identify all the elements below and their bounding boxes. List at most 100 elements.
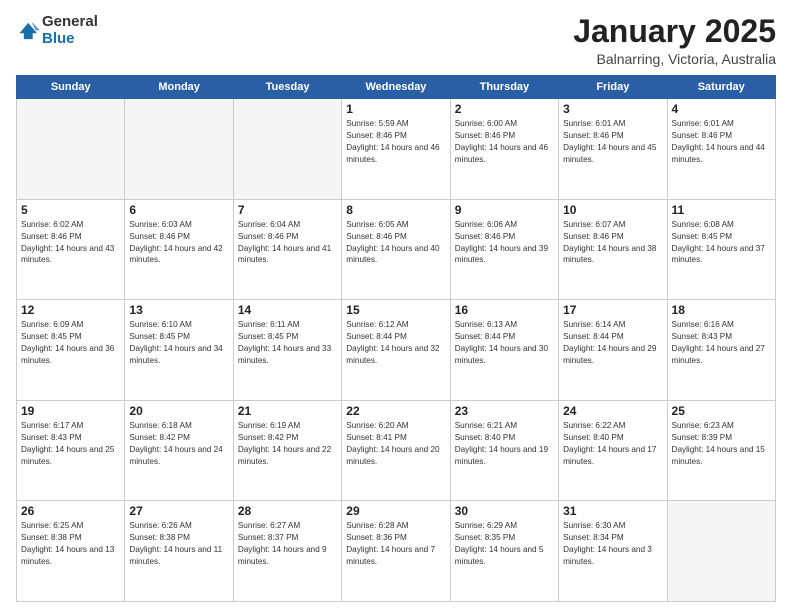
calendar-cell: 27Sunrise: 6:26 AM Sunset: 8:38 PM Dayli… <box>125 501 233 602</box>
day-number: 24 <box>563 404 662 418</box>
header: General Blue January 2025 Balnarring, Vi… <box>16 14 776 67</box>
calendar-cell: 28 Sunrise: 6:27 AM Sunset: 8:37 PM Dayli… <box>233 501 341 602</box>
day-info: Sunrise: 6:11 AM Sunset: 8:45 PM Dayligh… <box>238 319 337 367</box>
day-info: Sunrise: 6:03 AM Sunset: 8:46 PM Dayligh… <box>129 219 228 267</box>
calendar-cell: 23Sunrise: 6:21 AM Sunset: 8:40 PM Dayli… <box>450 400 558 501</box>
logo-text: General Blue <box>42 14 98 47</box>
day-info: Sunrise: 6:28 AM Sunset: 8:36 PM Dayligh… <box>346 520 445 568</box>
day-number: 16 <box>455 303 554 317</box>
day-number: 4 <box>672 102 771 116</box>
title-month: January 2025 <box>573 14 776 49</box>
calendar-cell: 11Sunrise: 6:08 AM Sunset: 8:45 PM Dayli… <box>667 199 775 300</box>
day-number: 26 <box>21 504 120 518</box>
calendar-cell: 20 Sunrise: 6:18 AM Sunset: 8:42 PM Dayli… <box>125 400 233 501</box>
day-info: Sunrise: 6:18 AM Sunset: 8:42 PM Dayligh… <box>129 420 228 468</box>
day-info: Sunrise: 6:23 AM Sunset: 8:39 PM Dayligh… <box>672 420 771 468</box>
day-number: 23 <box>455 404 554 418</box>
calendar-cell: 25 Sunrise: 6:23 AM Sunset: 8:39 PM Dayli… <box>667 400 775 501</box>
weekday-header-row: SundayMondayTuesdayWednesdayThursdayFrid… <box>17 76 776 99</box>
page: General Blue January 2025 Balnarring, Vi… <box>0 0 792 612</box>
day-number: 12 <box>21 303 120 317</box>
day-info: Sunrise: 6:01 AM Sunset: 8:46 PM Dayligh… <box>672 118 771 166</box>
calendar-cell: 21Sunrise: 6:19 AM Sunset: 8:42 PM Dayli… <box>233 400 341 501</box>
weekday-header: Friday <box>559 76 667 99</box>
calendar-cell: 15Sunrise: 6:12 AM Sunset: 8:44 PM Dayli… <box>342 300 450 401</box>
day-info: Sunrise: 6:27 AM Sunset: 8:37 PM Dayligh… <box>238 520 337 568</box>
day-info: Sunrise: 6:22 AM Sunset: 8:40 PM Dayligh… <box>563 420 662 468</box>
title-location: Balnarring, Victoria, Australia <box>573 51 776 67</box>
calendar-cell: 5 Sunrise: 6:02 AM Sunset: 8:46 PM Daylig… <box>17 199 125 300</box>
calendar-cell: 26Sunrise: 6:25 AM Sunset: 8:38 PM Dayli… <box>17 501 125 602</box>
calendar-week-row: 19 Sunrise: 6:17 AM Sunset: 8:43 PM Dayli… <box>17 400 776 501</box>
day-info: Sunrise: 6:07 AM Sunset: 8:46 PM Dayligh… <box>563 219 662 267</box>
day-info: Sunrise: 6:05 AM Sunset: 8:46 PM Dayligh… <box>346 219 445 267</box>
day-number: 10 <box>563 203 662 217</box>
calendar-cell: 2 Sunrise: 6:00 AM Sunset: 8:46 PM Daylig… <box>450 99 558 200</box>
logo-general-text: General <box>42 14 98 31</box>
calendar-cell: 16Sunrise: 6:13 AM Sunset: 8:44 PM Dayli… <box>450 300 558 401</box>
day-number: 21 <box>238 404 337 418</box>
day-number: 7 <box>238 203 337 217</box>
day-number: 19 <box>21 404 120 418</box>
day-info: Sunrise: 6:20 AM Sunset: 8:41 PM Dayligh… <box>346 420 445 468</box>
calendar-cell: 9Sunrise: 6:06 AM Sunset: 8:46 PM Daylig… <box>450 199 558 300</box>
weekday-header: Tuesday <box>233 76 341 99</box>
day-number: 17 <box>563 303 662 317</box>
calendar-cell: 12 Sunrise: 6:09 AM Sunset: 8:45 PM Dayli… <box>17 300 125 401</box>
calendar-cell: 8 Sunrise: 6:05 AM Sunset: 8:46 PM Daylig… <box>342 199 450 300</box>
day-info: Sunrise: 6:01 AM Sunset: 8:46 PM Dayligh… <box>563 118 662 166</box>
weekday-header: Thursday <box>450 76 558 99</box>
day-info: Sunrise: 6:30 AM Sunset: 8:34 PM Dayligh… <box>563 520 662 568</box>
day-number: 2 <box>455 102 554 116</box>
day-info: Sunrise: 6:29 AM Sunset: 8:35 PM Dayligh… <box>455 520 554 568</box>
day-info: Sunrise: 6:09 AM Sunset: 8:45 PM Dayligh… <box>21 319 120 367</box>
day-number: 28 <box>238 504 337 518</box>
weekday-header: Monday <box>125 76 233 99</box>
calendar-cell: 1Sunrise: 5:59 AM Sunset: 8:46 PM Daylig… <box>342 99 450 200</box>
title-block: January 2025 Balnarring, Victoria, Austr… <box>573 14 776 67</box>
day-info: Sunrise: 6:10 AM Sunset: 8:45 PM Dayligh… <box>129 319 228 367</box>
calendar-cell: 30Sunrise: 6:29 AM Sunset: 8:35 PM Dayli… <box>450 501 558 602</box>
day-number: 6 <box>129 203 228 217</box>
day-number: 18 <box>672 303 771 317</box>
day-info: Sunrise: 6:04 AM Sunset: 8:46 PM Dayligh… <box>238 219 337 267</box>
day-number: 5 <box>21 203 120 217</box>
calendar-cell <box>17 99 125 200</box>
day-number: 13 <box>129 303 228 317</box>
day-info: Sunrise: 6:02 AM Sunset: 8:46 PM Dayligh… <box>21 219 120 267</box>
calendar-cell: 10 Sunrise: 6:07 AM Sunset: 8:46 PM Dayli… <box>559 199 667 300</box>
day-info: Sunrise: 6:16 AM Sunset: 8:43 PM Dayligh… <box>672 319 771 367</box>
day-number: 20 <box>129 404 228 418</box>
calendar-cell: 13 Sunrise: 6:10 AM Sunset: 8:45 PM Dayli… <box>125 300 233 401</box>
day-info: Sunrise: 6:08 AM Sunset: 8:45 PM Dayligh… <box>672 219 771 267</box>
calendar-cell: 14 Sunrise: 6:11 AM Sunset: 8:45 PM Dayli… <box>233 300 341 401</box>
day-info: Sunrise: 6:00 AM Sunset: 8:46 PM Dayligh… <box>455 118 554 166</box>
calendar-table: SundayMondayTuesdayWednesdayThursdayFrid… <box>16 75 776 602</box>
calendar-cell: 31 Sunrise: 6:30 AM Sunset: 8:34 PM Dayli… <box>559 501 667 602</box>
day-number: 3 <box>563 102 662 116</box>
weekday-header: Saturday <box>667 76 775 99</box>
calendar-week-row: 1Sunrise: 5:59 AM Sunset: 8:46 PM Daylig… <box>17 99 776 200</box>
day-number: 31 <box>563 504 662 518</box>
logo-blue-text: Blue <box>42 31 98 48</box>
calendar-cell: 18 Sunrise: 6:16 AM Sunset: 8:43 PM Dayli… <box>667 300 775 401</box>
day-number: 15 <box>346 303 445 317</box>
logo: General Blue <box>16 14 98 47</box>
calendar-cell: 24 Sunrise: 6:22 AM Sunset: 8:40 PM Dayli… <box>559 400 667 501</box>
weekday-header: Sunday <box>17 76 125 99</box>
calendar-week-row: 5 Sunrise: 6:02 AM Sunset: 8:46 PM Daylig… <box>17 199 776 300</box>
day-number: 14 <box>238 303 337 317</box>
calendar-cell: 6 Sunrise: 6:03 AM Sunset: 8:46 PM Daylig… <box>125 199 233 300</box>
logo-icon <box>18 20 40 42</box>
calendar-cell: 3 Sunrise: 6:01 AM Sunset: 8:46 PM Daylig… <box>559 99 667 200</box>
calendar-cell <box>667 501 775 602</box>
calendar-cell <box>125 99 233 200</box>
calendar-cell: 17 Sunrise: 6:14 AM Sunset: 8:44 PM Dayli… <box>559 300 667 401</box>
calendar-week-row: 12 Sunrise: 6:09 AM Sunset: 8:45 PM Dayli… <box>17 300 776 401</box>
day-number: 29 <box>346 504 445 518</box>
day-info: Sunrise: 5:59 AM Sunset: 8:46 PM Dayligh… <box>346 118 445 166</box>
day-info: Sunrise: 6:17 AM Sunset: 8:43 PM Dayligh… <box>21 420 120 468</box>
day-number: 25 <box>672 404 771 418</box>
day-number: 8 <box>346 203 445 217</box>
day-info: Sunrise: 6:14 AM Sunset: 8:44 PM Dayligh… <box>563 319 662 367</box>
